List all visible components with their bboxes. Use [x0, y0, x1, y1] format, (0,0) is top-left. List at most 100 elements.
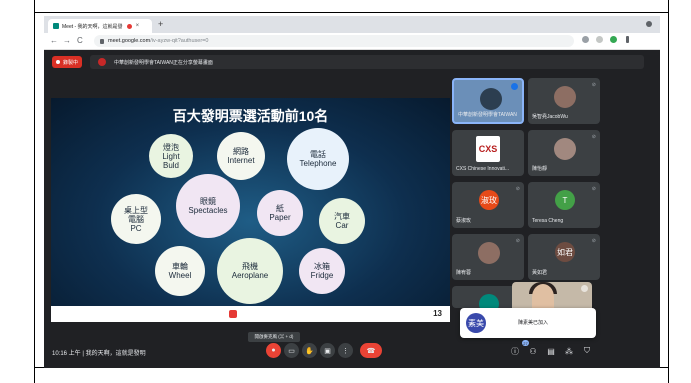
participant-avatar: 如君 — [555, 242, 575, 262]
participant-tile[interactable]: ⊘ T Teresa Cheng — [528, 182, 600, 228]
recording-label: 錄製中 — [63, 59, 79, 66]
participant-photo — [478, 242, 500, 264]
lock-icon — [100, 38, 104, 44]
bubble-label-zh: 車輪 — [172, 262, 188, 271]
slide-title: 百大發明票選活動前10名 — [172, 108, 329, 124]
muted-mic-icon: ⊘ — [515, 186, 520, 192]
join-notification: 素美 陳素美已加入 — [460, 308, 596, 338]
tab-bar: Meet - 我的天啊，這就是發 × + — [44, 16, 660, 33]
participant-name: 中華創新發明學會TAIWAN — [458, 112, 517, 118]
bubble-car: 汽車 Car — [319, 198, 365, 244]
raise-hand-button[interactable]: ✋ — [302, 343, 317, 358]
slide-footer: 13 — [51, 306, 450, 322]
participant-name: CXS Chinese Innovati... — [456, 166, 510, 172]
bubble-label-en: Wheel — [168, 271, 192, 280]
participant-name: Teresa Cheng — [532, 218, 564, 224]
url-field[interactable]: meet.google.com/iv-ayzw-qit?authuser=0 — [94, 35, 574, 47]
bubble-label-zh: 眼鏡 — [200, 197, 216, 206]
camera-button[interactable]: ▭ — [284, 343, 299, 358]
bubble-label-zh: 燈泡 — [163, 142, 179, 152]
browser-window: Meet - 我的天啊，這就是發 × + ← → C meet.google.c… — [44, 16, 660, 368]
forward-button[interactable]: → — [63, 35, 71, 47]
bubble-label-en: Telephone — [299, 159, 337, 168]
bubble-label-en2: Buld — [162, 160, 179, 170]
bubble-label-zh: 冰箱 — [314, 262, 330, 271]
browser-tab[interactable]: Meet - 我的天啊，這就是發 × — [48, 19, 152, 33]
presenting-banner: 中華創新發明學會TAIWAN正在分享螢幕畫面 — [90, 55, 644, 69]
bubble-label-en: Fridge — [310, 271, 334, 280]
bubble-label-en: Spectacles — [188, 206, 228, 215]
bubble-light-bulb: 燈泡 Light Buld — [149, 134, 193, 178]
bubble-label-en: Car — [335, 221, 349, 230]
slide-page-number: 13 — [433, 309, 442, 318]
presenter-avatar — [98, 58, 106, 66]
participant-photo — [554, 86, 576, 108]
participant-tile-speaker[interactable]: 中華創新發明學會TAIWAN — [452, 78, 524, 124]
participant-tile[interactable]: CXS CXS Chinese Innovati... — [452, 130, 524, 176]
bubble-label-zh: 紙 — [276, 204, 284, 213]
meeting-time-title: 10:16 上午 | 我的天啊，這就是發明 — [52, 351, 146, 357]
bubble-label-en: Aeroplane — [231, 271, 269, 280]
bubble-label-en: Paper — [269, 213, 291, 222]
bubble-spectacles: 眼鏡 Spectacles — [176, 174, 240, 238]
camera-permission-icon[interactable] — [582, 36, 589, 43]
hang-up-button[interactable]: ☎ — [360, 343, 382, 358]
activities-icon[interactable]: ⁂ — [564, 346, 574, 356]
participant-photo — [554, 138, 576, 160]
self-view-options-icon[interactable] — [581, 285, 588, 292]
bubble-desktop-pc: 桌上型 電腦 PC — [111, 194, 161, 244]
participant-tile[interactable]: ⊘ 陳怡靜 — [528, 130, 600, 176]
speaking-indicator-icon — [511, 83, 518, 90]
bubble-paper: 紙 Paper — [257, 190, 303, 236]
new-tab-button[interactable]: + — [158, 19, 163, 29]
star-icon[interactable] — [596, 36, 603, 43]
more-options-button[interactable]: ⋮ — [338, 343, 353, 358]
bubble-label-zh: 網路 — [233, 147, 249, 156]
address-bar: ← → C meet.google.com/iv-ayzw-qit?authus… — [44, 33, 660, 50]
join-message: 陳素美已加入 — [518, 320, 549, 326]
participant-name: 陳宥蓉 — [456, 270, 472, 276]
recording-badge: 錄製中 — [52, 56, 82, 68]
participant-tile[interactable]: ⊘ 如君 黃如君 — [528, 234, 600, 280]
mic-tooltip: 開啟麥克風 (⌘ + d) — [248, 332, 300, 342]
muted-mic-icon: ⊘ — [591, 186, 596, 192]
participant-video — [480, 88, 502, 110]
bubble-label-en: Light — [162, 151, 180, 161]
bubble-wheel: 車輪 Wheel — [155, 246, 205, 296]
participant-name: 陳怡靜 — [532, 166, 548, 172]
self-view-video[interactable] — [512, 282, 592, 310]
participant-tile[interactable]: ⊘ 陳宥蓉 — [452, 234, 524, 280]
mic-off-button[interactable]: ● — [266, 343, 281, 358]
bubble-label-zh: 汽車 — [334, 212, 350, 221]
bubble-aeroplane: 飛機 Aeroplane — [217, 238, 283, 304]
present-button[interactable]: ▣ — [320, 343, 335, 358]
close-tab-icon[interactable]: × — [136, 23, 140, 29]
info-icon[interactable]: ⓘ — [510, 346, 520, 356]
muted-mic-icon: ⊘ — [591, 134, 596, 140]
back-button[interactable]: ← — [50, 35, 58, 47]
participant-tile[interactable]: ⊘ 吳智堯JacobWu — [528, 78, 600, 124]
participant-tile[interactable]: ⊘ 淑玫 蔡淑玫 — [452, 182, 524, 228]
chrome-menu-icon[interactable] — [626, 36, 629, 43]
participant-avatar: 淑玫 — [479, 190, 499, 210]
window-menu-icon[interactable] — [646, 21, 652, 27]
reload-button[interactable]: C — [77, 35, 83, 47]
muted-mic-icon: ⊘ — [591, 238, 596, 244]
bubble-label-en2: PC — [130, 223, 142, 233]
cxs-logo: CXS — [476, 136, 500, 162]
meet-favicon-icon — [53, 23, 59, 29]
host-controls-icon[interactable]: ⛉ — [582, 346, 592, 356]
joined-user-avatar: 素美 — [466, 313, 486, 333]
muted-mic-icon: ⊘ — [515, 238, 520, 244]
bubble-label-zh: 電話 — [310, 150, 326, 159]
participant-name: 黃如君 — [532, 270, 548, 276]
record-dot-icon — [56, 60, 60, 64]
presenting-label: 中華創新發明學會TAIWAN正在分享螢幕畫面 — [114, 59, 213, 66]
url-path: /iv-ayzw-qit?authuser=0 — [150, 38, 209, 44]
profile-avatar-icon[interactable] — [610, 36, 617, 43]
people-icon[interactable]: ⚇ — [528, 346, 538, 356]
shared-screen-slide: 百大發明票選活動前10名 燈泡 Light Buld 網路 Internet 電… — [51, 98, 450, 322]
bubble-label-zh: 飛機 — [242, 262, 258, 271]
chat-icon[interactable]: ▤ — [546, 346, 556, 356]
bubble-label-zh: 桌上型 — [124, 205, 148, 215]
